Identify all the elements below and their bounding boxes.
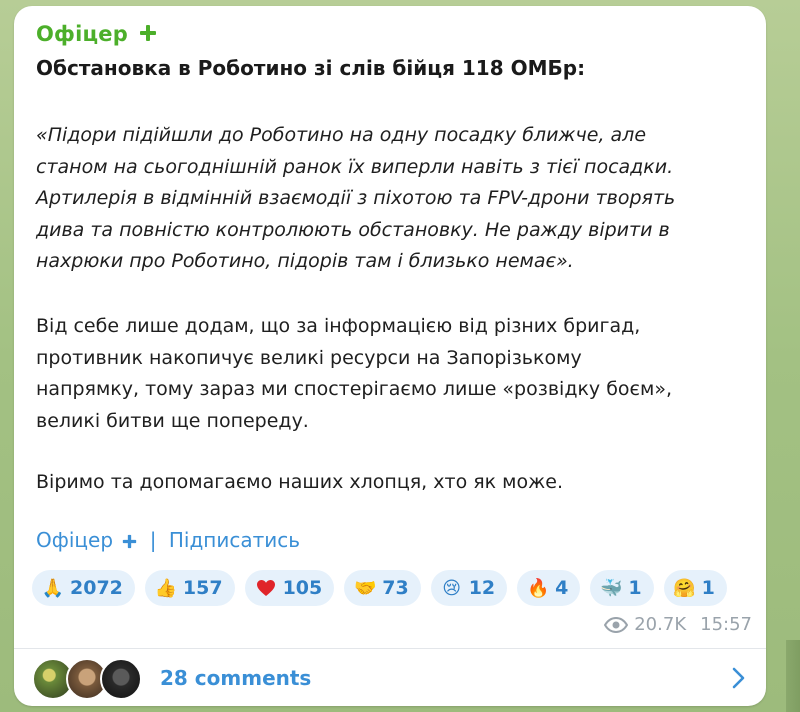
quote-line: дива та повністю контролюють обстановку.… (36, 218, 670, 241)
reactions-bar: 🙏 2072 👍 157 105 🤝 73 😢 12 🔥 4 🐳 1 🤗 1 (32, 570, 727, 606)
message-meta: 20.7K 15:57 (604, 614, 752, 635)
quote-line: станом на сьогоднішній ранок їх виперли … (36, 155, 674, 178)
plus-icon (122, 530, 137, 554)
reaction-hand[interactable]: 🤝 73 (344, 570, 421, 606)
paragraph-line: напрямку, тому зараз ми спостерігаємо ли… (36, 378, 672, 400)
chevron-right-icon (732, 667, 746, 693)
reaction-count: 1 (628, 577, 642, 599)
eye-icon (604, 616, 629, 633)
reaction-hugging-face[interactable]: 🤗 1 (663, 570, 727, 606)
crying-face-icon: 😢 (442, 577, 462, 599)
view-count: 20.7K (634, 614, 687, 635)
post-closing-line: Віримо та допомагаємо наших хлопця, хто … (36, 471, 563, 493)
thumbs-up-icon: 👍 (154, 577, 178, 599)
signature-channel-text: Офіцер (36, 528, 114, 552)
paragraph-line: противник накопичує великі ресурси на За… (36, 346, 582, 369)
pray-icon: 🙏 (41, 577, 65, 599)
channel-name-text: Офіцер (36, 22, 128, 46)
reaction-count: 157 (182, 577, 223, 599)
quote-line: Артилерія в відмінній взаємодії з піхото… (36, 187, 676, 209)
fire-icon: 🔥 (526, 577, 550, 599)
reaction-fire[interactable]: 🔥 4 (517, 570, 581, 606)
background-edge (786, 640, 800, 712)
post-paragraph: Від себе лише додам, що за інформацією в… (36, 311, 756, 437)
reaction-count: 4 (555, 577, 569, 599)
whale-icon: 🐳 (600, 577, 623, 599)
heart-icon (255, 577, 277, 599)
reaction-count: 105 (282, 577, 323, 599)
comments-count-label: 28 comments (160, 666, 312, 690)
hugging-face-icon: 🤗 (673, 577, 696, 599)
signature-separator: | (149, 528, 157, 552)
reaction-whale[interactable]: 🐳 1 (590, 570, 654, 606)
comments-button[interactable]: 28 comments (14, 649, 766, 706)
commenter-avatars (32, 658, 142, 700)
plus-icon (139, 23, 157, 47)
subscribe-link[interactable]: Підписатись (169, 528, 300, 552)
paragraph-line: Від себе лише додам, що за інформацією в… (36, 315, 641, 337)
channel-name[interactable]: Офіцер (36, 22, 157, 47)
reaction-thumbs-up[interactable]: 👍 157 (144, 570, 235, 606)
quote-line: «Підори підійшли до Роботино на одну пос… (36, 124, 647, 146)
reaction-count: 12 (468, 577, 496, 599)
post-headline: Обстановка в Роботино зі слів бійця 118 … (36, 56, 586, 80)
post-signature: Офіцер | Підписатись (36, 528, 300, 554)
paragraph-line: великі битви ще попереду. (36, 409, 309, 432)
quote-line: нахрюки про Роботино, підорів там і близ… (36, 250, 574, 272)
hand-icon: 🤝 (354, 577, 377, 599)
message-bubble: Офіцер Обстановка в Роботино зі слів бій… (14, 6, 766, 706)
message-time: 15:57 (700, 614, 752, 635)
reaction-pray[interactable]: 🙏 2072 (32, 570, 135, 606)
post-quote: «Підори підійшли до Роботино на одну пос… (36, 120, 756, 278)
signature-channel-link[interactable]: Офіцер (36, 528, 144, 552)
reaction-count: 1 (701, 577, 715, 599)
reaction-count: 73 (382, 577, 409, 599)
reaction-crying-face[interactable]: 😢 12 (430, 570, 508, 606)
reaction-heart[interactable]: 105 (244, 570, 335, 606)
avatar (100, 658, 142, 700)
reaction-count: 2072 (70, 577, 123, 599)
